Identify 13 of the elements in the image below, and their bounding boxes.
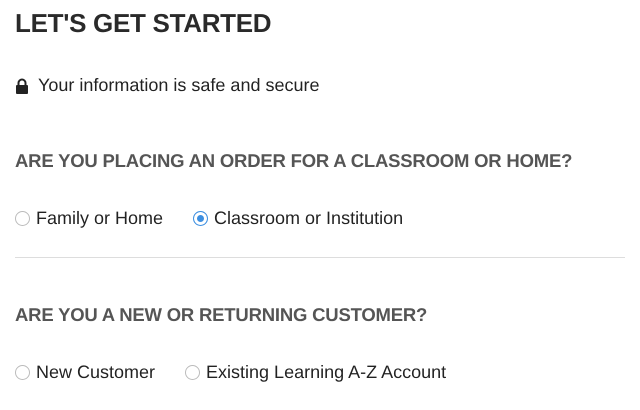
radio-button[interactable] — [185, 365, 200, 380]
radio-option[interactable]: New Customer — [15, 362, 156, 383]
radio-button[interactable] — [15, 365, 30, 380]
radio-button[interactable] — [193, 211, 208, 226]
radio-option[interactable]: Classroom or Institution — [193, 208, 404, 229]
section-heading: ARE YOU PLACING AN ORDER FOR A CLASSROOM OR HOME? — [15, 150, 574, 172]
radio-button[interactable] — [15, 211, 30, 226]
security-note: Your information is safe and secure — [38, 75, 320, 96]
lock-icon — [15, 78, 29, 94]
radio-option[interactable]: Family or Home — [15, 208, 164, 229]
page-title: LET'S GET STARTED — [15, 8, 272, 39]
radio-option[interactable]: Existing Learning A-Z Account — [185, 362, 446, 383]
section-heading: ARE YOU A NEW OR RETURNING CUSTOMER? — [15, 304, 428, 326]
